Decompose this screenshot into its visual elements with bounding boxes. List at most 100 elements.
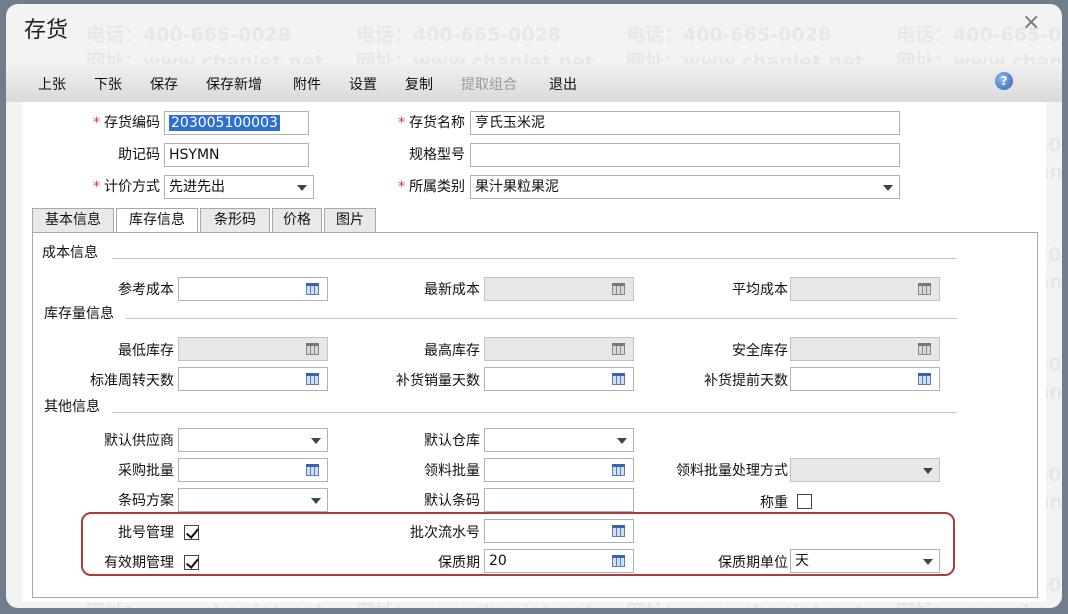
default-supplier-select[interactable] bbox=[178, 428, 328, 452]
batch-management-checkbox[interactable] bbox=[184, 525, 199, 540]
prev-button[interactable]: 上张 bbox=[38, 74, 66, 94]
calculator-icon bbox=[918, 343, 931, 355]
issue-batch-method-label: 领料批量处理方式 bbox=[676, 463, 788, 479]
inventory-code-input[interactable]: 203005100003 bbox=[164, 111, 309, 135]
calculator-icon[interactable] bbox=[306, 464, 319, 476]
issue-batch-method-select bbox=[790, 458, 940, 482]
reference-cost-input[interactable] bbox=[178, 277, 328, 301]
inventory-dialog: 电话：400-665-0028 网址：www.chanjet.net 电话：400-… bbox=[6, 4, 1062, 608]
batch-management-label: 批号管理 bbox=[118, 525, 174, 541]
chevron-down-icon bbox=[311, 498, 321, 504]
category-label: * 所属类别 bbox=[398, 179, 465, 195]
calculator-icon[interactable] bbox=[612, 373, 625, 385]
close-icon[interactable]: × bbox=[1022, 10, 1040, 35]
safety-stock-input bbox=[790, 337, 940, 361]
barcode-scheme-label: 条码方案 bbox=[118, 493, 174, 509]
shelf-life-input[interactable]: 20 bbox=[484, 549, 634, 573]
tab-inventory-info[interactable]: 库存信息 bbox=[116, 208, 198, 233]
section-divider bbox=[112, 258, 957, 259]
stock-section-title: 库存量信息 bbox=[44, 306, 114, 322]
default-barcode-label: 默认条码 bbox=[424, 493, 480, 509]
calculator-icon[interactable] bbox=[612, 555, 625, 567]
latest-cost-label: 最新成本 bbox=[424, 282, 480, 298]
title-bar: 存货 × bbox=[6, 4, 1062, 60]
calculator-icon bbox=[612, 343, 625, 355]
dialog-title: 存货 bbox=[24, 18, 69, 43]
batch-serial-input[interactable] bbox=[484, 519, 634, 543]
reference-cost-label: 参考成本 bbox=[118, 282, 174, 298]
max-stock-label: 最高库存 bbox=[424, 343, 480, 359]
tab-price[interactable]: 价格 bbox=[272, 208, 322, 232]
weigh-checkbox[interactable] bbox=[797, 494, 812, 509]
toolbar: 上张 下张 保存 保存新增 附件 设置 复制 提取组合 退出 ? bbox=[6, 64, 1062, 102]
average-cost-label: 平均成本 bbox=[732, 282, 788, 298]
replenish-lead-days-input[interactable] bbox=[790, 367, 940, 391]
turnover-days-label: 标准周转天数 bbox=[90, 373, 174, 389]
inventory-code-label: * 存货编码 bbox=[93, 115, 160, 131]
weigh-label: 称重 bbox=[760, 495, 788, 511]
chevron-down-icon bbox=[311, 438, 321, 444]
calculator-icon bbox=[612, 283, 625, 295]
max-stock-input bbox=[484, 337, 634, 361]
default-warehouse-label: 默认仓库 bbox=[424, 433, 480, 449]
expiry-management-checkbox[interactable] bbox=[184, 555, 199, 570]
inventory-name-input[interactable]: 亨氏玉米泥 bbox=[470, 111, 900, 135]
tab-basic-info[interactable]: 基本信息 bbox=[32, 208, 114, 232]
expiry-management-label: 有效期管理 bbox=[104, 555, 174, 571]
replenish-sales-days-input[interactable] bbox=[484, 367, 634, 391]
pricing-method-label: * 计价方式 bbox=[93, 179, 160, 195]
mnemonic-input[interactable]: HSYMN bbox=[164, 143, 309, 167]
turnover-days-input[interactable] bbox=[178, 367, 328, 391]
default-supplier-label: 默认供应商 bbox=[104, 433, 174, 449]
calculator-icon[interactable] bbox=[306, 373, 319, 385]
barcode-scheme-select[interactable] bbox=[178, 488, 328, 512]
shelf-life-unit-label: 保质期单位 bbox=[718, 555, 788, 571]
other-section-title: 其他信息 bbox=[44, 399, 100, 415]
min-stock-input bbox=[178, 337, 328, 361]
default-barcode-input[interactable] bbox=[484, 488, 634, 512]
issue-batch-input[interactable] bbox=[484, 458, 634, 482]
settings-button[interactable]: 设置 bbox=[349, 74, 377, 94]
spec-label: 规格型号 bbox=[409, 147, 465, 163]
tab-barcode[interactable]: 条形码 bbox=[200, 208, 270, 232]
calculator-icon[interactable] bbox=[918, 373, 931, 385]
min-stock-label: 最低库存 bbox=[118, 343, 174, 359]
form-area: * 存货编码 203005100003 * 存货名称 亨氏玉米泥 助记码 HSYMN… bbox=[22, 102, 1046, 602]
tab-image[interactable]: 图片 bbox=[324, 208, 376, 232]
purchase-batch-input[interactable] bbox=[178, 458, 328, 482]
section-divider bbox=[112, 412, 957, 413]
help-icon[interactable]: ? bbox=[995, 72, 1013, 90]
next-button[interactable]: 下张 bbox=[94, 74, 122, 94]
replenish-sales-days-label: 补货销量天数 bbox=[396, 373, 480, 389]
chevron-down-icon bbox=[617, 438, 627, 444]
chevron-down-icon bbox=[297, 185, 307, 191]
issue-batch-label: 领料批量 bbox=[424, 463, 480, 479]
mnemonic-label: 助记码 bbox=[118, 147, 160, 163]
average-cost-input bbox=[790, 277, 940, 301]
category-select[interactable]: 果汁果粒果泥 bbox=[470, 175, 900, 199]
pricing-method-select[interactable]: 先进先出 bbox=[164, 175, 314, 199]
save-and-new-button[interactable]: 保存新增 bbox=[206, 74, 262, 94]
chevron-down-icon bbox=[923, 468, 933, 474]
batch-serial-label: 批次流水号 bbox=[410, 525, 480, 541]
inventory-name-label: * 存货名称 bbox=[398, 115, 465, 131]
chevron-down-icon bbox=[923, 559, 933, 565]
attachment-button[interactable]: 附件 bbox=[293, 74, 321, 94]
calculator-icon[interactable] bbox=[612, 525, 625, 537]
safety-stock-label: 安全库存 bbox=[732, 343, 788, 359]
cost-section-title: 成本信息 bbox=[42, 245, 98, 261]
save-button[interactable]: 保存 bbox=[150, 74, 178, 94]
calculator-icon[interactable] bbox=[612, 464, 625, 476]
copy-button[interactable]: 复制 bbox=[405, 74, 433, 94]
shelf-life-label: 保质期 bbox=[438, 555, 480, 571]
chevron-down-icon bbox=[883, 185, 893, 191]
exit-button[interactable]: 退出 bbox=[549, 74, 577, 94]
shelf-life-unit-select[interactable]: 天 bbox=[790, 549, 940, 573]
spec-input[interactable] bbox=[470, 143, 900, 167]
replenish-lead-days-label: 补货提前天数 bbox=[704, 373, 788, 389]
default-warehouse-select[interactable] bbox=[484, 428, 634, 452]
latest-cost-input bbox=[484, 277, 634, 301]
calculator-icon bbox=[306, 343, 319, 355]
extract-combo-button[interactable]: 提取组合 bbox=[461, 74, 517, 94]
calculator-icon[interactable] bbox=[306, 283, 319, 295]
